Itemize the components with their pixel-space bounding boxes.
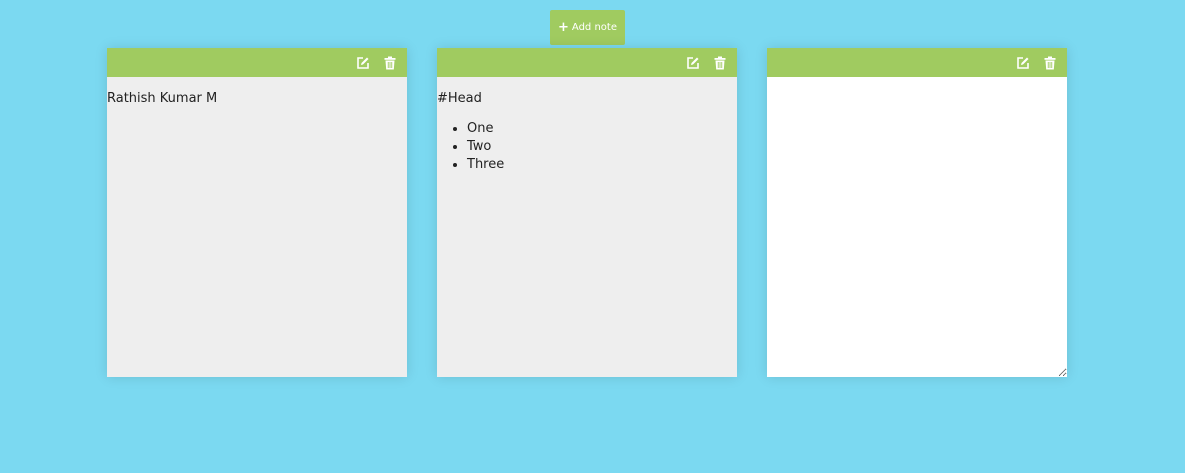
trash-icon[interactable] bbox=[712, 55, 728, 71]
edit-icon[interactable] bbox=[1015, 55, 1031, 71]
note-card: Rathish Kumar M bbox=[107, 48, 407, 377]
trash-icon[interactable] bbox=[1042, 55, 1058, 71]
note-card: #Head One Two Three bbox=[437, 48, 737, 377]
note-toolbar bbox=[437, 48, 737, 77]
add-note-button[interactable]: + Add note bbox=[550, 10, 625, 45]
note-card bbox=[767, 48, 1067, 377]
trash-icon[interactable] bbox=[382, 55, 398, 71]
edit-icon[interactable] bbox=[355, 55, 371, 71]
list-item: One bbox=[467, 120, 737, 138]
note-list: One Two Three bbox=[437, 120, 737, 174]
note-edit-textarea[interactable] bbox=[767, 77, 1067, 377]
note-toolbar bbox=[767, 48, 1067, 77]
note-content: Rathish Kumar M bbox=[107, 77, 407, 377]
list-item: Three bbox=[467, 156, 737, 174]
note-heading: #Head bbox=[437, 91, 482, 106]
edit-icon[interactable] bbox=[685, 55, 701, 71]
add-note-label: Add note bbox=[571, 22, 617, 33]
note-text: Rathish Kumar M bbox=[107, 91, 218, 106]
note-toolbar bbox=[107, 48, 407, 77]
note-content: #Head One Two Three bbox=[437, 77, 737, 377]
list-item: Two bbox=[467, 138, 737, 156]
plus-icon: + bbox=[558, 20, 569, 35]
